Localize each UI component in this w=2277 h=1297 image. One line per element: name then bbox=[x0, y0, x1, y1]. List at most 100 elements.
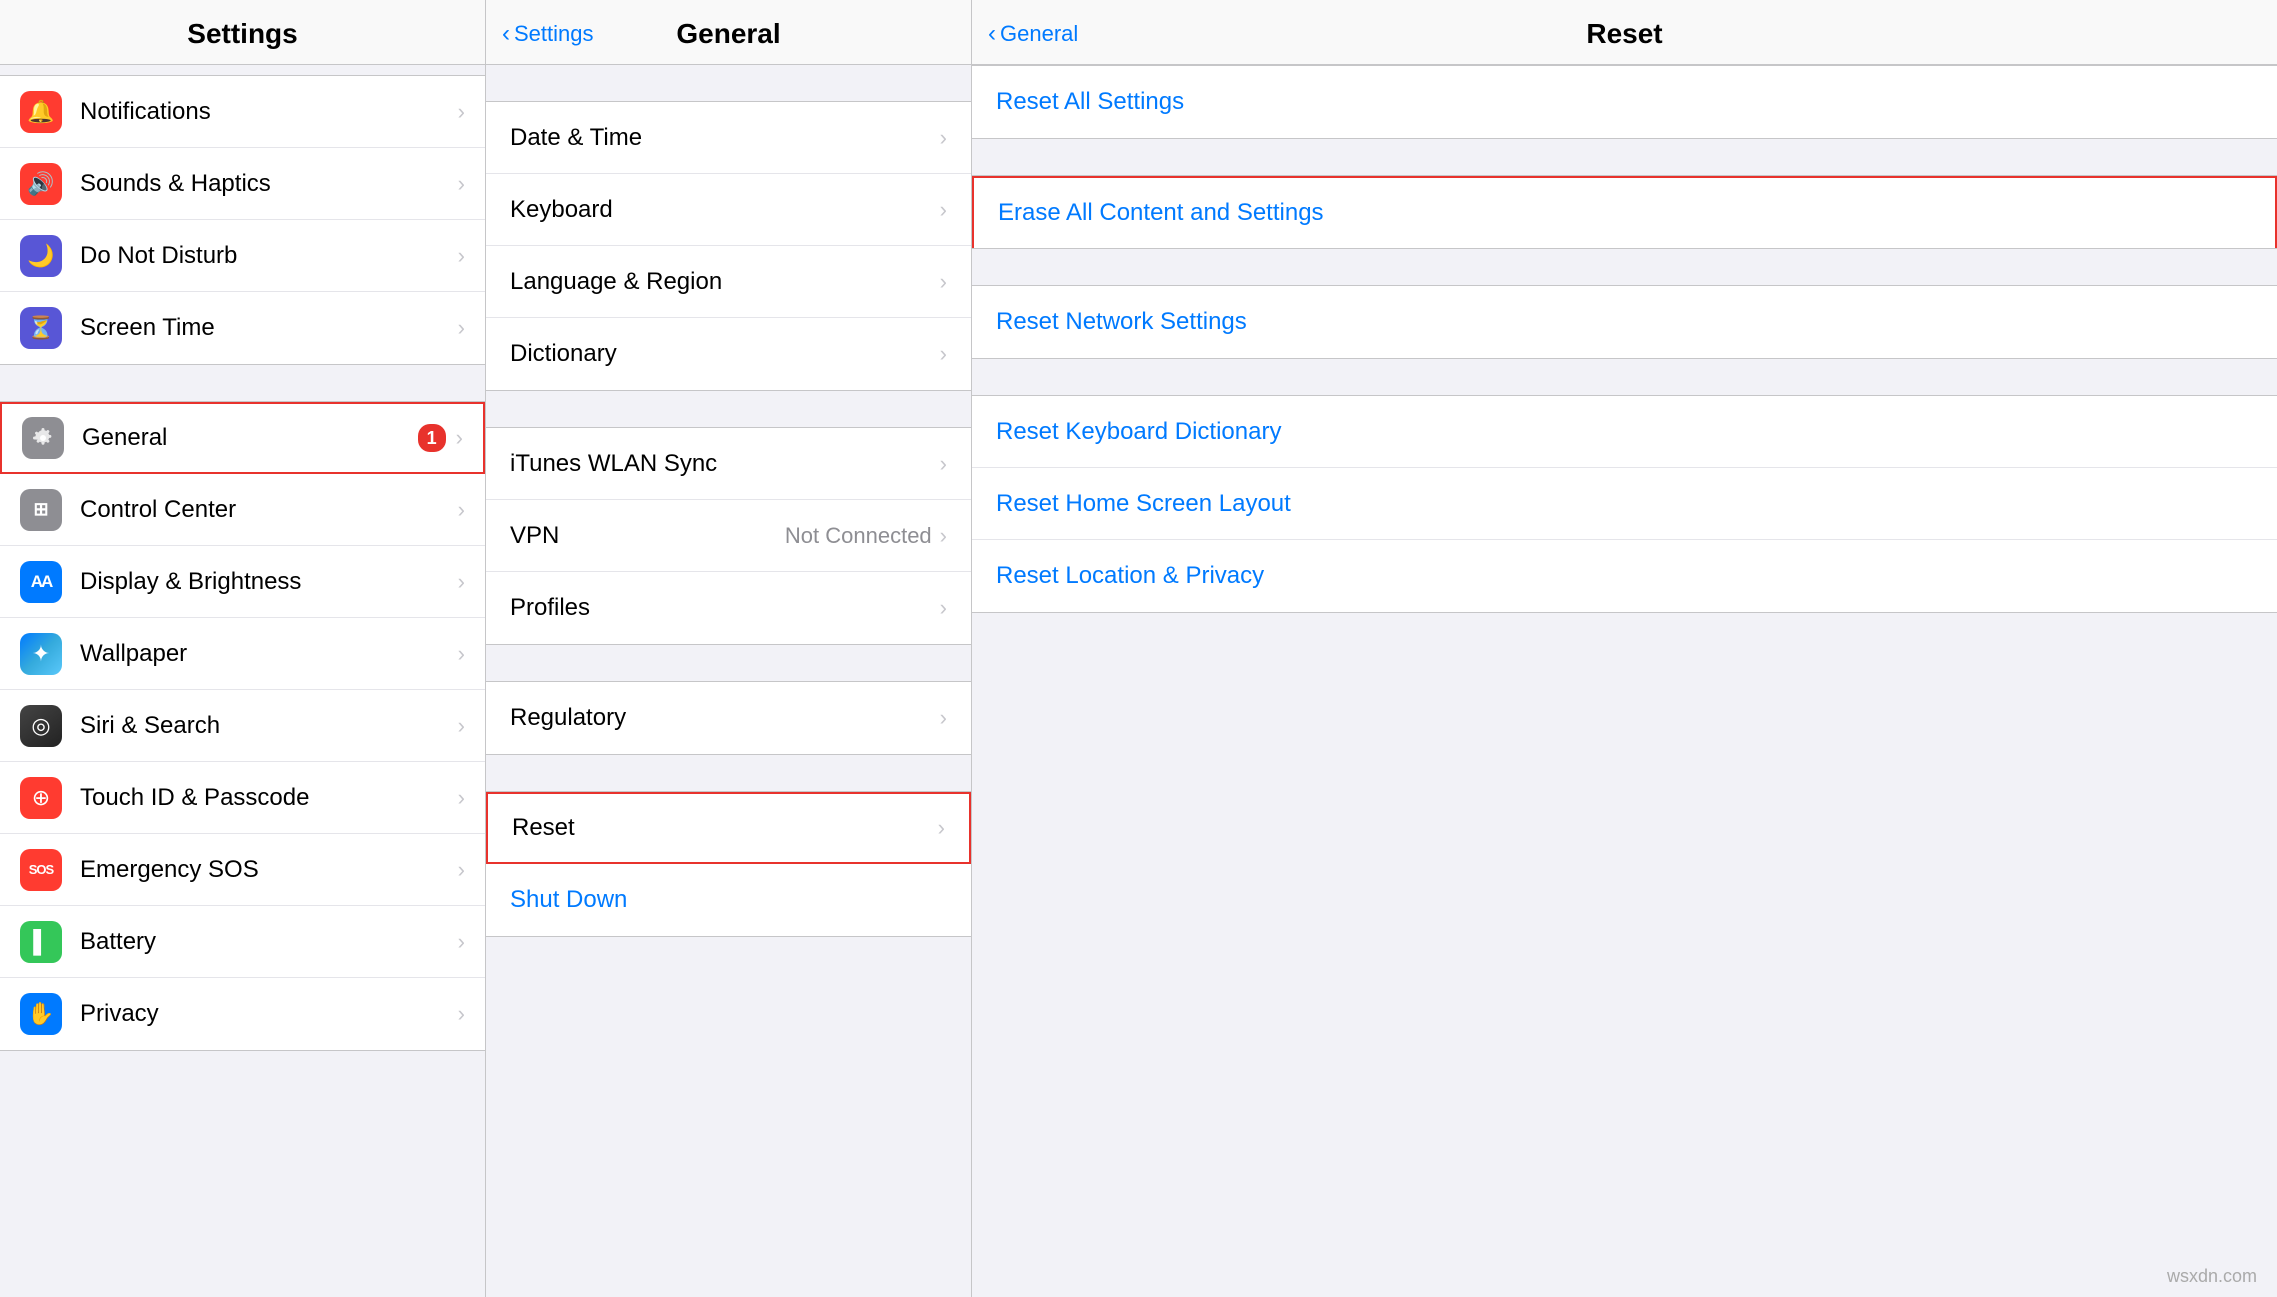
watermark: wsxdn.com bbox=[2167, 1266, 2257, 1287]
back-to-general[interactable]: ‹ General bbox=[988, 21, 1078, 47]
general-label: General bbox=[82, 424, 418, 452]
back-chevron-icon: ‹ bbox=[502, 22, 510, 46]
settings-item-general[interactable]: General 1 › bbox=[0, 402, 485, 474]
sounds-icon: 🔊 bbox=[20, 163, 62, 205]
itunes-label: iTunes WLAN Sync bbox=[510, 450, 940, 478]
settings-item-sounds[interactable]: 🔊 Sounds & Haptics › bbox=[0, 148, 485, 220]
general-item-itunes[interactable]: iTunes WLAN Sync › bbox=[486, 428, 971, 500]
reset-group-0: Reset All Settings bbox=[972, 65, 2277, 139]
dictionary-label: Dictionary bbox=[510, 340, 940, 368]
reset-network-label: Reset Network Settings bbox=[996, 308, 1247, 336]
displaybrightness-icon: AA bbox=[20, 561, 62, 603]
settings-item-screentime[interactable]: ⏳ Screen Time › bbox=[0, 292, 485, 364]
reset-item-reset-network[interactable]: Reset Network Settings bbox=[972, 286, 2277, 358]
general-item-shutdown[interactable]: Shut Down › bbox=[486, 864, 971, 936]
regulatory-chevron-icon: › bbox=[940, 705, 947, 731]
settings-group-1: 🔔 Notifications › 🔊 Sounds & Haptics › 🌙… bbox=[0, 75, 485, 365]
emergencysos-icon: SOS bbox=[20, 849, 62, 891]
settings-item-emergencysos[interactable]: SOS Emergency SOS › bbox=[0, 834, 485, 906]
itunes-chevron-icon: › bbox=[940, 451, 947, 477]
reset-location-label: Reset Location & Privacy bbox=[996, 562, 1264, 590]
sirisearch-chevron-icon: › bbox=[458, 713, 465, 739]
general-item-vpn[interactable]: VPN Not Connected › bbox=[486, 500, 971, 572]
reset-item-reset-home[interactable]: Reset Home Screen Layout bbox=[972, 468, 2277, 540]
reset-group-2: Reset Network Settings bbox=[972, 285, 2277, 359]
general-item-reset[interactable]: Reset › bbox=[486, 792, 971, 864]
reset-item-reset-keyboard[interactable]: Reset Keyboard Dictionary bbox=[972, 396, 2277, 468]
battery-chevron-icon: › bbox=[458, 929, 465, 955]
touchid-chevron-icon: › bbox=[458, 785, 465, 811]
screentime-chevron-icon: › bbox=[458, 315, 465, 341]
reset-item-reset-location[interactable]: Reset Location & Privacy bbox=[972, 540, 2277, 612]
general-item-language[interactable]: Language & Region › bbox=[486, 246, 971, 318]
settings-item-controlcenter[interactable]: ⊞ Control Center › bbox=[0, 474, 485, 546]
reset-all-settings-label: Reset All Settings bbox=[996, 88, 1184, 116]
emergencysos-chevron-icon: › bbox=[458, 857, 465, 883]
wallpaper-icon: ✦ bbox=[20, 633, 62, 675]
battery-label: Battery bbox=[80, 928, 458, 956]
settings-item-wallpaper[interactable]: ✦ Wallpaper › bbox=[0, 618, 485, 690]
settings-item-privacy[interactable]: ✋ Privacy › bbox=[0, 978, 485, 1050]
sirisearch-icon: ◎ bbox=[20, 705, 62, 747]
language-chevron-icon: › bbox=[940, 269, 947, 295]
donotdisturb-icon: 🌙 bbox=[20, 235, 62, 277]
settings-item-battery[interactable]: ▌ Battery › bbox=[0, 906, 485, 978]
settings-title: Settings bbox=[187, 18, 297, 50]
settings-column: Settings 🔔 Notifications › 🔊 Sounds & Ha… bbox=[0, 0, 486, 1297]
displaybrightness-chevron-icon: › bbox=[458, 569, 465, 595]
settings-item-notifications[interactable]: 🔔 Notifications › bbox=[0, 76, 485, 148]
wallpaper-chevron-icon: › bbox=[458, 641, 465, 667]
settings-list: 🔔 Notifications › 🔊 Sounds & Haptics › 🌙… bbox=[0, 65, 485, 1297]
reset-group-1: Erase All Content and Settings bbox=[972, 175, 2277, 249]
general-chevron-icon: › bbox=[456, 425, 463, 451]
keyboard-chevron-icon: › bbox=[940, 197, 947, 223]
settings-item-touchid[interactable]: ⊕ Touch ID & Passcode › bbox=[0, 762, 485, 834]
battery-icon: ▌ bbox=[20, 921, 62, 963]
general-group-3: Regulatory › bbox=[486, 681, 971, 755]
settings-item-donotdisturb[interactable]: 🌙 Do Not Disturb › bbox=[0, 220, 485, 292]
general-item-dictionary[interactable]: Dictionary › bbox=[486, 318, 971, 390]
general-group-2: iTunes WLAN Sync › VPN Not Connected › P… bbox=[486, 427, 971, 645]
profiles-label: Profiles bbox=[510, 594, 940, 622]
shutdown-label: Shut Down bbox=[510, 886, 947, 914]
vpn-label: VPN bbox=[510, 522, 785, 550]
notifications-label: Notifications bbox=[80, 98, 458, 126]
reset-title: Reset bbox=[1586, 18, 1662, 50]
privacy-icon: ✋ bbox=[20, 993, 62, 1035]
sounds-label: Sounds & Haptics bbox=[80, 170, 458, 198]
erase-all-label: Erase All Content and Settings bbox=[998, 199, 1324, 227]
privacy-chevron-icon: › bbox=[458, 1001, 465, 1027]
profiles-chevron-icon: › bbox=[940, 595, 947, 621]
reset-list: Reset All Settings Erase All Content and… bbox=[972, 65, 2277, 1297]
vpn-chevron-icon: › bbox=[940, 523, 947, 549]
donotdisturb-chevron-icon: › bbox=[458, 243, 465, 269]
reset-chevron-icon: › bbox=[938, 815, 945, 841]
back-to-settings[interactable]: ‹ Settings bbox=[502, 21, 594, 47]
general-item-keyboard[interactable]: Keyboard › bbox=[486, 174, 971, 246]
reset-column: ‹ General Reset Reset All Settings Erase… bbox=[972, 0, 2277, 1297]
keyboard-label: Keyboard bbox=[510, 196, 940, 224]
general-list: Date & Time › Keyboard › Language & Regi… bbox=[486, 65, 971, 1297]
dictionary-chevron-icon: › bbox=[940, 341, 947, 367]
sounds-chevron-icon: › bbox=[458, 171, 465, 197]
touchid-icon: ⊕ bbox=[20, 777, 62, 819]
reset-item-reset-all-settings[interactable]: Reset All Settings bbox=[972, 66, 2277, 138]
vpn-value: Not Connected bbox=[785, 523, 932, 549]
settings-item-displaybrightness[interactable]: AA Display & Brightness › bbox=[0, 546, 485, 618]
datetime-label: Date & Time bbox=[510, 124, 940, 152]
notifications-icon: 🔔 bbox=[20, 91, 62, 133]
controlcenter-chevron-icon: › bbox=[458, 497, 465, 523]
sirisearch-label: Siri & Search bbox=[80, 712, 458, 740]
donotdisturb-label: Do Not Disturb bbox=[80, 242, 458, 270]
general-column: ‹ Settings General Date & Time › Keyboar… bbox=[486, 0, 972, 1297]
screentime-icon: ⏳ bbox=[20, 307, 62, 349]
settings-item-sirisearch[interactable]: ◎ Siri & Search › bbox=[0, 690, 485, 762]
reset-item-erase-all[interactable]: Erase All Content and Settings bbox=[972, 176, 2277, 248]
general-header: ‹ Settings General bbox=[486, 0, 971, 65]
notifications-chevron-icon: › bbox=[458, 99, 465, 125]
reset-home-label: Reset Home Screen Layout bbox=[996, 490, 1291, 518]
general-item-datetime[interactable]: Date & Time › bbox=[486, 102, 971, 174]
general-item-profiles[interactable]: Profiles › bbox=[486, 572, 971, 644]
screentime-label: Screen Time bbox=[80, 314, 458, 342]
general-item-regulatory[interactable]: Regulatory › bbox=[486, 682, 971, 754]
